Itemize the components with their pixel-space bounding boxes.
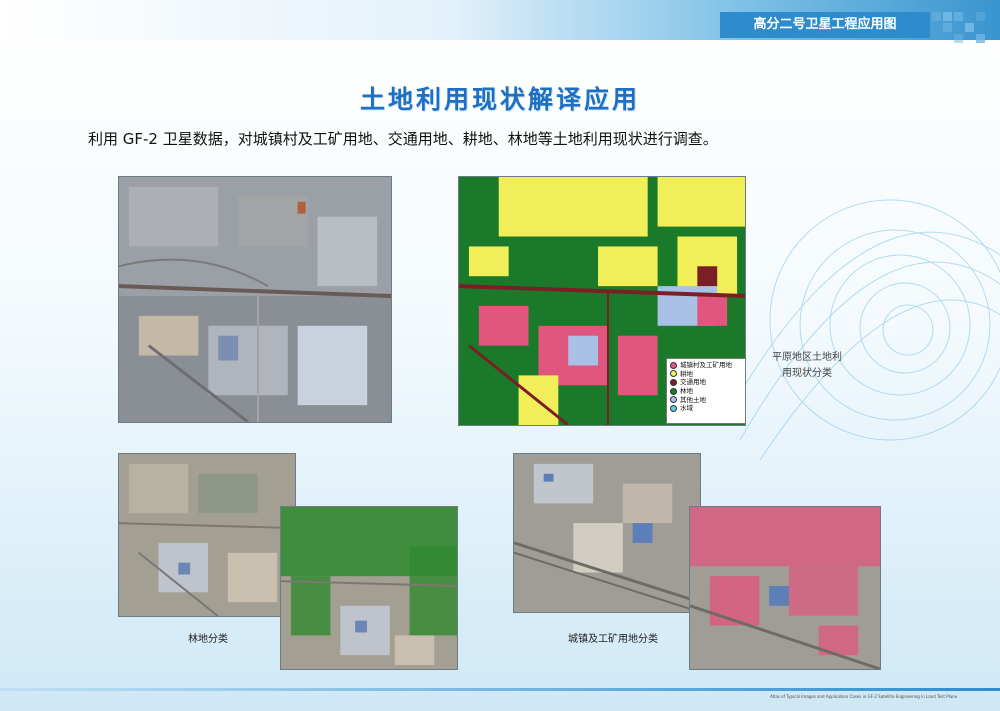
legend-swatch [670, 396, 677, 404]
legend-swatch [670, 361, 677, 369]
footer-line [0, 688, 1000, 691]
legend-item: 其他土地 [670, 395, 742, 404]
page-title: 土地利用现状解译应用 [359, 85, 640, 114]
map-legend: 城镇村及工矿用地 耕地 交通用地 林地 其他土地 水域 [666, 358, 746, 424]
caption-urban-classification: 城镇及工矿用地分类 [568, 634, 658, 645]
footer-text: Atlas of Typical Images and Application … [770, 694, 958, 699]
legend-item: 城镇村及工矿用地 [670, 361, 742, 370]
legend-label: 其他土地 [680, 395, 706, 404]
satellite-image-urban [513, 453, 701, 613]
legend-item: 林地 [670, 387, 742, 396]
legend-swatch [670, 378, 677, 386]
legend-item: 耕地 [670, 370, 742, 379]
legend-label: 耕地 [680, 369, 693, 378]
classified-image-urban [689, 506, 881, 670]
classified-image-forest [280, 506, 458, 670]
legend-swatch [670, 370, 677, 378]
intro-text: 利用 GF-2 卫星数据，对城镇村及工矿用地、交通用地、耕地、林地等土地利用现状… [88, 130, 718, 148]
legend-label: 水域 [680, 404, 693, 413]
legend-label: 交通用地 [680, 378, 706, 387]
mosaic-decoration [932, 8, 992, 43]
legend-label: 林地 [680, 387, 693, 396]
caption-forest-classification: 林地分类 [188, 634, 228, 645]
legend-item: 水域 [670, 404, 742, 413]
legend-swatch [670, 387, 677, 395]
satellite-image-forest [118, 453, 296, 617]
legend-swatch [670, 404, 677, 412]
satellite-image-plain [118, 176, 392, 423]
legend-label: 城镇村及工矿用地 [680, 361, 732, 370]
legend-item: 交通用地 [670, 378, 742, 387]
caption-plain-classification: 平原地区土地利用现状分类 [772, 352, 842, 379]
header-title: 高分二号卫星工程应用图 [720, 12, 930, 38]
